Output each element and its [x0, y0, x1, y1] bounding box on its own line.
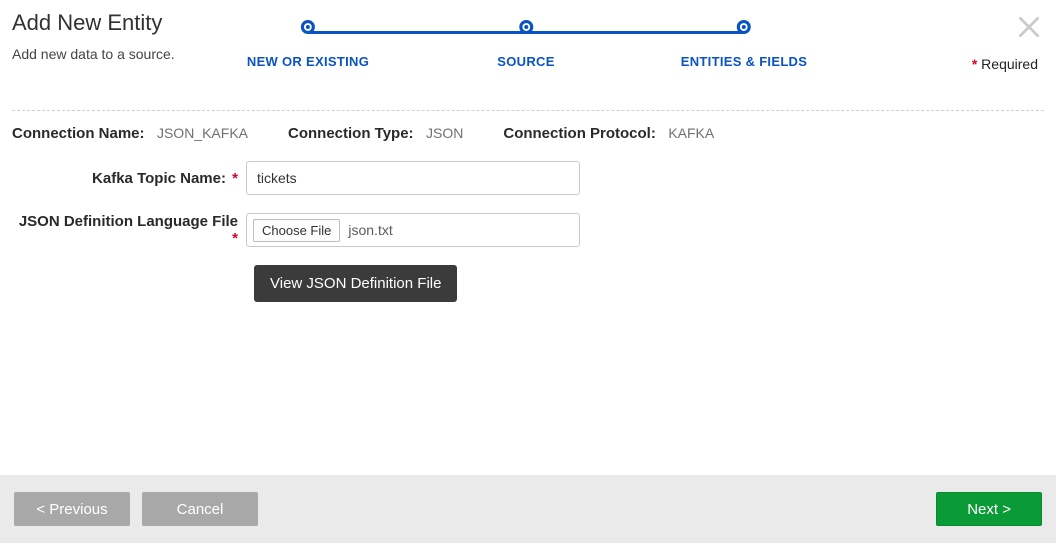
step-new-or-existing[interactable]: NEW OR EXISTING — [247, 20, 369, 69]
required-text: Required — [981, 56, 1038, 72]
step-source[interactable]: SOURCE — [497, 20, 554, 69]
connection-name-label: Connection Name: — [12, 125, 145, 142]
close-button[interactable] — [1016, 14, 1042, 40]
step-dot-icon — [519, 20, 533, 34]
required-star-icon: * — [232, 170, 238, 187]
step-label: SOURCE — [497, 54, 554, 69]
step-dot-icon — [301, 20, 315, 34]
view-jdl-button[interactable]: View JSON Definition File — [254, 265, 457, 302]
step-dot-icon — [737, 20, 751, 34]
form-area: Connection Name: JSON_KAFKA Connection T… — [0, 125, 1056, 302]
section-divider — [12, 110, 1044, 111]
previous-button[interactable]: < Previous — [14, 492, 130, 526]
step-label: NEW OR EXISTING — [247, 54, 369, 69]
next-button[interactable]: Next > — [936, 492, 1042, 526]
close-icon — [1016, 14, 1042, 40]
jdl-file-input[interactable]: Choose File json.txt — [246, 213, 580, 247]
required-note: * Required — [972, 56, 1038, 72]
cancel-button[interactable]: Cancel — [142, 492, 258, 526]
kafka-topic-row: Kafka Topic Name: * — [12, 161, 1044, 195]
wizard-footer: < Previous Cancel Next > — [0, 475, 1056, 543]
connection-protocol-label: Connection Protocol: — [503, 125, 656, 142]
required-star-icon: * — [232, 230, 238, 247]
chosen-file-name: json.txt — [348, 222, 392, 238]
kafka-topic-label: Kafka Topic Name: * — [12, 170, 246, 187]
jdl-file-row: JSON Definition Language File * Choose F… — [12, 213, 1044, 247]
step-entities-fields[interactable]: ENTITIES & FIELDS — [681, 20, 807, 69]
connection-type-value: JSON — [426, 125, 463, 141]
jdl-file-label: JSON Definition Language File * — [12, 213, 246, 247]
required-star-icon: * — [972, 56, 977, 72]
connection-name-value: JSON_KAFKA — [157, 125, 248, 141]
add-entity-dialog: Add New Entity Add new data to a source.… — [0, 0, 1056, 543]
step-label: ENTITIES & FIELDS — [681, 54, 807, 69]
choose-file-button[interactable]: Choose File — [253, 219, 340, 242]
kafka-topic-input[interactable] — [246, 161, 580, 195]
connection-info-row: Connection Name: JSON_KAFKA Connection T… — [12, 125, 1044, 143]
connection-protocol-value: KAFKA — [668, 125, 714, 141]
connection-type-label: Connection Type: — [288, 125, 414, 142]
